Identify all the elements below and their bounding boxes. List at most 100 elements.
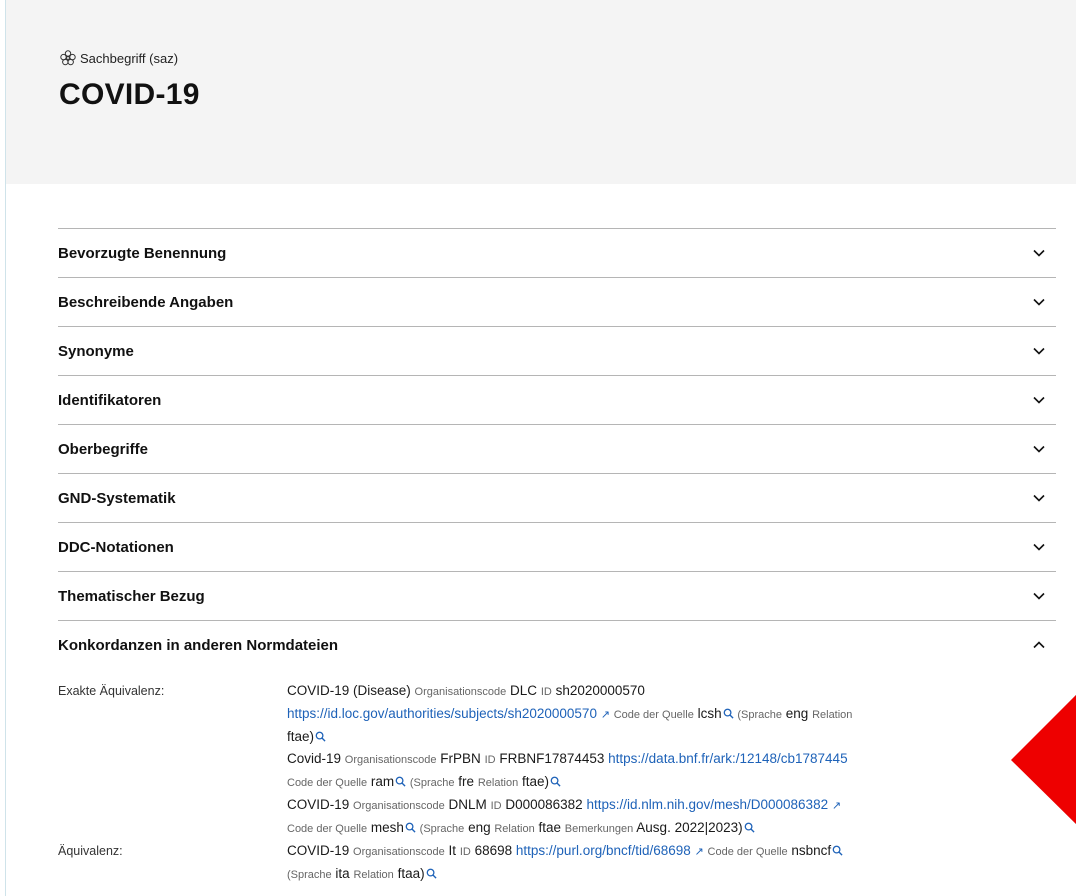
section-label: DDC-Notationen <box>58 538 174 556</box>
remarks-label: Bemerkungen <box>564 823 634 835</box>
language: eng <box>468 820 491 835</box>
section-label: Bevorzugte Benennung <box>58 244 227 262</box>
id-label: ID <box>540 686 552 698</box>
section-synonyme[interactable]: Synonyme <box>58 326 1056 375</box>
chevron-down-icon <box>1033 445 1045 453</box>
konkordanzen-content: Exakte Äquivalenz: COVID-19 (Disease) Or… <box>58 680 1076 886</box>
sachbegriff-icon <box>60 50 76 66</box>
search-icon[interactable] <box>315 731 326 742</box>
id-label: ID <box>490 800 502 812</box>
org-code: FrPBN <box>440 751 481 766</box>
concordance-entry: COVID-19 Organisationscode It ID 68698 h… <box>287 840 1076 886</box>
detail-accordion: Bevorzugte Benennung Beschreibende Angab… <box>58 228 1056 669</box>
source-code-label: Code der Quelle <box>707 846 788 858</box>
chevron-down-icon <box>1033 543 1045 551</box>
page-title: COVID-19 <box>59 78 200 111</box>
search-icon[interactable] <box>744 822 755 833</box>
language-label: (Sprache <box>419 823 465 835</box>
entry-url-link[interactable]: https://id.loc.gov/authorities/subjects/… <box>287 706 597 721</box>
relation: ftaa) <box>397 866 425 881</box>
chevron-down-icon <box>1033 347 1045 355</box>
source-code: ram <box>370 774 395 789</box>
entry-url-link[interactable]: https://data.bnf.fr/ark:/12148/cb1787445 <box>608 751 847 766</box>
entity-type-row: Sachbegriff (saz) <box>59 49 178 67</box>
entry-id: FRBNF17874453 <box>499 751 605 766</box>
search-icon[interactable] <box>832 845 843 856</box>
relation-label: Relation <box>353 869 394 881</box>
chevron-down-icon <box>1033 396 1045 404</box>
exact-equivalence-list: COVID-19 (Disease) Organisationscode DLC… <box>287 680 1076 840</box>
external-link-icon[interactable]: ↗ <box>695 846 704 858</box>
section-label: Oberbegriffe <box>58 440 149 458</box>
entity-header: Sachbegriff (saz) COVID-19 <box>6 0 1076 184</box>
entry-name: Covid-19 <box>287 751 342 766</box>
language-label: (Sprache <box>287 869 332 881</box>
chevron-down-icon <box>1033 298 1045 306</box>
remarks: Ausg. 2022|2023) <box>636 820 743 835</box>
equivalence-label: Äquivalenz: <box>58 844 123 858</box>
language-label: (Sprache <box>409 777 455 789</box>
section-label: Synonyme <box>58 342 134 360</box>
section-oberbegriffe[interactable]: Oberbegriffe <box>58 424 1056 473</box>
search-icon[interactable] <box>723 708 734 719</box>
language: ita <box>335 866 350 881</box>
search-icon[interactable] <box>405 822 416 833</box>
section-label: Beschreibende Angaben <box>58 293 234 311</box>
source-code-label: Code der Quelle <box>613 709 694 721</box>
id-label: ID <box>484 754 496 766</box>
concordance-entry: COVID-19 Organisationscode DNLM ID D0000… <box>287 794 1076 840</box>
source-code: lcsh <box>697 706 722 721</box>
exact-equivalence-row: Exakte Äquivalenz: COVID-19 (Disease) Or… <box>58 680 1076 840</box>
concordance-entry: COVID-19 (Disease) Organisationscode DLC… <box>287 680 1076 748</box>
entry-name: COVID-19 (Disease) <box>287 683 411 698</box>
relation-label: Relation <box>812 709 853 721</box>
section-label: Thematischer Bezug <box>58 587 205 605</box>
relation: ftae <box>538 820 562 835</box>
chevron-down-icon <box>1033 592 1045 600</box>
org-code-label: Organisationscode <box>344 754 437 766</box>
section-label: Konkordanzen in anderen Normdateien <box>58 636 339 654</box>
search-icon[interactable] <box>426 868 437 879</box>
source-code: mesh <box>370 820 404 835</box>
section-konkordanzen[interactable]: Konkordanzen in anderen Normdateien <box>58 620 1056 669</box>
entry-name: COVID-19 <box>287 797 350 812</box>
entry-url-link[interactable]: https://purl.org/bncf/tid/68698 <box>516 843 691 858</box>
section-thematischer-bezug[interactable]: Thematischer Bezug <box>58 571 1056 620</box>
language: eng <box>785 706 809 721</box>
search-icon[interactable] <box>550 776 561 787</box>
language: fre <box>458 774 475 789</box>
relation: ftae) <box>287 729 315 744</box>
relation-label: Relation <box>494 823 535 835</box>
entry-id: sh2020000570 <box>555 683 645 698</box>
chevron-down-icon <box>1033 249 1045 257</box>
section-bevorzugte-benennung[interactable]: Bevorzugte Benennung <box>58 228 1056 277</box>
section-label: GND-Systematik <box>58 489 176 507</box>
section-ddc-notationen[interactable]: DDC-Notationen <box>58 522 1056 571</box>
language-label: (Sprache <box>737 709 782 721</box>
section-gnd-systematik[interactable]: GND-Systematik <box>58 473 1056 522</box>
org-code-label: Organisationscode <box>353 800 445 812</box>
org-code: DNLM <box>448 797 487 812</box>
source-code-label: Code der Quelle <box>287 777 368 789</box>
entity-type-label: Sachbegriff (saz) <box>80 50 179 66</box>
org-code: DLC <box>510 683 538 698</box>
equivalence-row: Äquivalenz: COVID-19 Organisationscode I… <box>58 840 1076 886</box>
entry-name: COVID-19 <box>287 843 350 858</box>
entry-url-link[interactable]: https://id.nlm.nih.gov/mesh/D000086382 <box>586 797 828 812</box>
external-link-icon[interactable]: ↗ <box>832 800 841 812</box>
equivalence-list: COVID-19 Organisationscode It ID 68698 h… <box>287 840 1076 886</box>
source-code-label: Code der Quelle <box>287 823 368 835</box>
exact-equivalence-label: Exakte Äquivalenz: <box>58 684 165 698</box>
external-link-icon[interactable]: ↗ <box>601 709 610 721</box>
org-code-label: Organisationscode <box>414 686 507 698</box>
section-identifikatoren[interactable]: Identifikatoren <box>58 375 1056 424</box>
chevron-down-icon <box>1033 494 1045 502</box>
id-label: ID <box>459 846 471 858</box>
section-label: Identifikatoren <box>58 391 162 409</box>
entry-id: 68698 <box>474 843 513 858</box>
chevron-up-icon <box>1033 641 1045 649</box>
section-beschreibende-angaben[interactable]: Beschreibende Angaben <box>58 277 1056 326</box>
relation-label: Relation <box>477 777 519 789</box>
search-icon[interactable] <box>395 776 406 787</box>
org-code-label: Organisationscode <box>353 846 445 858</box>
